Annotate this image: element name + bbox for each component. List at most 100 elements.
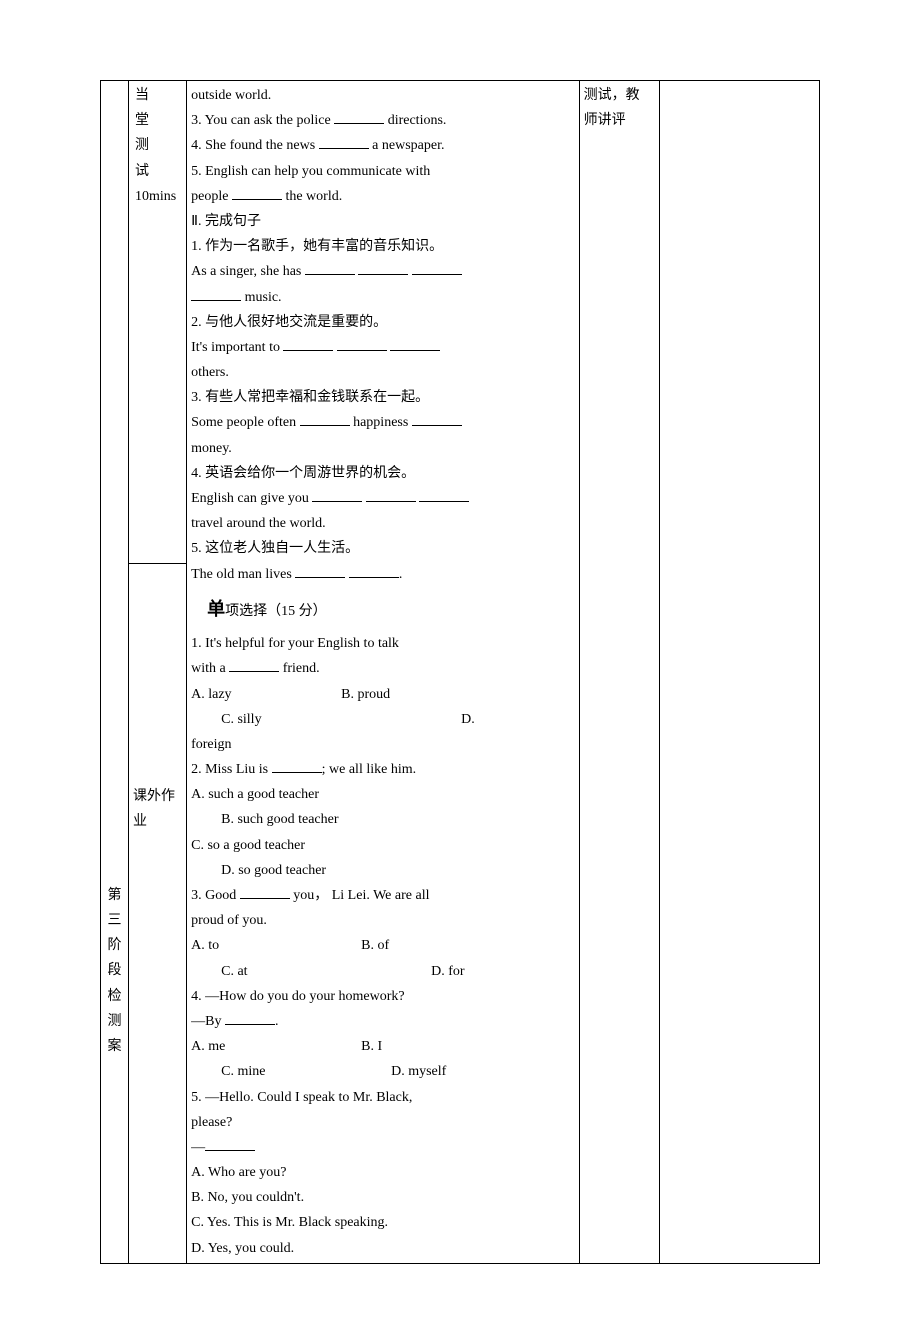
blank (412, 412, 462, 426)
fill-q4-b: a newspaper. (369, 138, 445, 153)
stage-char-3: 阶 (105, 933, 124, 958)
activity-label-upper: 当 堂 测 试 10mins (129, 81, 187, 564)
exercise-content-cell: outside world. 3. You can ask the police… (187, 81, 580, 1264)
blank (272, 759, 322, 773)
blank (305, 261, 355, 275)
stage-char-4: 段 (105, 958, 124, 983)
mc-q2-opt-c: C. so a good teacher (191, 838, 305, 853)
stage-char-6: 测 (105, 1009, 124, 1034)
mc-q4-b: . (275, 1014, 279, 1029)
inclass-test-3: 测 (135, 133, 182, 158)
complete-q5-en-a: The old man lives (191, 567, 295, 582)
notes-cell (659, 81, 819, 1264)
mc-q5-dash: — (191, 1140, 205, 1155)
stage-label-cell: 第 三 阶 段 检 测 案 (101, 81, 129, 1264)
mc-q1-line1: 1. It's helpful for your English to talk (191, 636, 399, 651)
blank (337, 337, 387, 351)
blank (334, 110, 384, 124)
mc-header-big: 单 (207, 599, 225, 619)
fill-q5-b: the world. (282, 189, 342, 204)
mc-q3-opt-b: B. of (361, 938, 389, 953)
blank (232, 186, 282, 200)
blank (205, 1137, 255, 1151)
blank (349, 564, 399, 578)
blank (358, 261, 408, 275)
mc-q4-opt-d: D. myself (391, 1064, 446, 1079)
blank (366, 488, 416, 502)
stage-char-7: 案 (105, 1034, 124, 1059)
blank (283, 337, 333, 351)
complete-q3-en-b: happiness (350, 415, 412, 430)
lesson-plan-table: 第 三 阶 段 检 测 案 当 堂 测 试 10mins outside wor… (100, 80, 820, 1264)
method-line1: 测试，教 (584, 83, 655, 108)
complete-q5-en-b: . (399, 567, 403, 582)
mc-q1-line2b: friend. (279, 661, 319, 676)
mc-q2-opt-d: D. so good teacher (221, 863, 326, 878)
inclass-test-time: 10mins (135, 184, 182, 209)
mc-q1-opt-d2: foreign (191, 737, 231, 752)
blank (240, 885, 290, 899)
blank (412, 261, 462, 275)
homework-label-1: 课外作 (133, 784, 182, 809)
complete-q2-en-b: others. (191, 365, 229, 380)
mc-q4-line1: 4. —How do you do your homework? (191, 989, 404, 1004)
mc-q2-a: 2. Miss Liu is (191, 762, 272, 777)
mc-q3-b: you， Li Lei. We are all (290, 888, 430, 903)
complete-q3-en-c: money. (191, 441, 232, 456)
complete-q3-en-a: Some people often (191, 415, 299, 430)
blank (419, 488, 469, 502)
complete-q1-cn: 1. 作为一名歌手，她有丰富的音乐知识。 (191, 239, 443, 254)
mc-q3-opt-d: D. for (431, 964, 464, 979)
mc-q5-line1: 5. —Hello. Could I speak to Mr. Black, (191, 1090, 412, 1105)
complete-q4-en-a: English can give you (191, 491, 312, 506)
blank (319, 135, 369, 149)
mc-q2-opt-b: B. such good teacher (221, 812, 338, 827)
inclass-test-1: 当 (135, 83, 182, 108)
stage-char-1: 第 (105, 883, 124, 908)
activity-label-lower: 课外作 业 (129, 563, 187, 1263)
blank (225, 1011, 275, 1025)
mc-q1-opt-d: D. (461, 712, 475, 727)
mc-header-rest: 项选择（15 分） (225, 604, 327, 619)
homework-label-2: 业 (133, 809, 182, 834)
fill-q5-a: people (191, 189, 232, 204)
mc-q1-opt-b: B. proud (341, 687, 390, 702)
inclass-test-2: 堂 (135, 108, 182, 133)
mc-q3-line2: proud of you. (191, 913, 267, 928)
method-line2: 师讲评 (584, 108, 655, 133)
mc-q3-a: 3. Good (191, 888, 240, 903)
mc-q4-opt-c: C. mine (221, 1059, 391, 1084)
fill-q3-a: 3. You can ask the police (191, 113, 334, 128)
mc-q5-opt-d: D. Yes, you could. (191, 1241, 294, 1256)
section-2-header: Ⅱ. 完成句子 (191, 214, 261, 229)
inclass-test-4: 试 (135, 159, 182, 184)
mc-q4-a: —By (191, 1014, 225, 1029)
stage-char-5: 检 (105, 984, 124, 1009)
blank (229, 658, 279, 672)
complete-q4-en-b: travel around the world. (191, 516, 326, 531)
fill-line-1: outside world. (191, 88, 271, 103)
complete-q3-cn: 3. 有些人常把幸福和金钱联系在一起。 (191, 390, 429, 405)
method-cell: 测试，教 师讲评 (579, 81, 659, 1264)
complete-q2-cn: 2. 与他人很好地交流是重要的。 (191, 315, 387, 330)
mc-q5-line2: please? (191, 1115, 232, 1130)
mc-q4-opt-a: A. me (191, 1034, 361, 1059)
mc-q5-opt-b: B. No, you couldn't. (191, 1190, 304, 1205)
fill-q4-a: 4. She found the news (191, 138, 319, 153)
complete-q1-en-b: music. (241, 290, 281, 305)
complete-q1-en-a: As a singer, she has (191, 264, 305, 279)
mc-q1-line2a: with a (191, 661, 229, 676)
mc-q2-b: ; we all like him. (322, 762, 416, 777)
mc-q5-opt-a: A. Who are you? (191, 1165, 286, 1180)
blank (312, 488, 362, 502)
blank (300, 412, 350, 426)
stage-char-2: 三 (105, 908, 124, 933)
mc-q2-opt-a: A. such a good teacher (191, 787, 319, 802)
mc-q3-opt-a: A. to (191, 933, 361, 958)
mc-q4-opt-b: B. I (361, 1039, 382, 1054)
blank (295, 564, 345, 578)
complete-q4-cn: 4. 英语会给你一个周游世界的机会。 (191, 466, 415, 481)
complete-q5-cn: 5. 这位老人独自一人生活。 (191, 541, 359, 556)
blank (191, 287, 241, 301)
mc-q5-opt-c: C. Yes. This is Mr. Black speaking. (191, 1215, 388, 1230)
